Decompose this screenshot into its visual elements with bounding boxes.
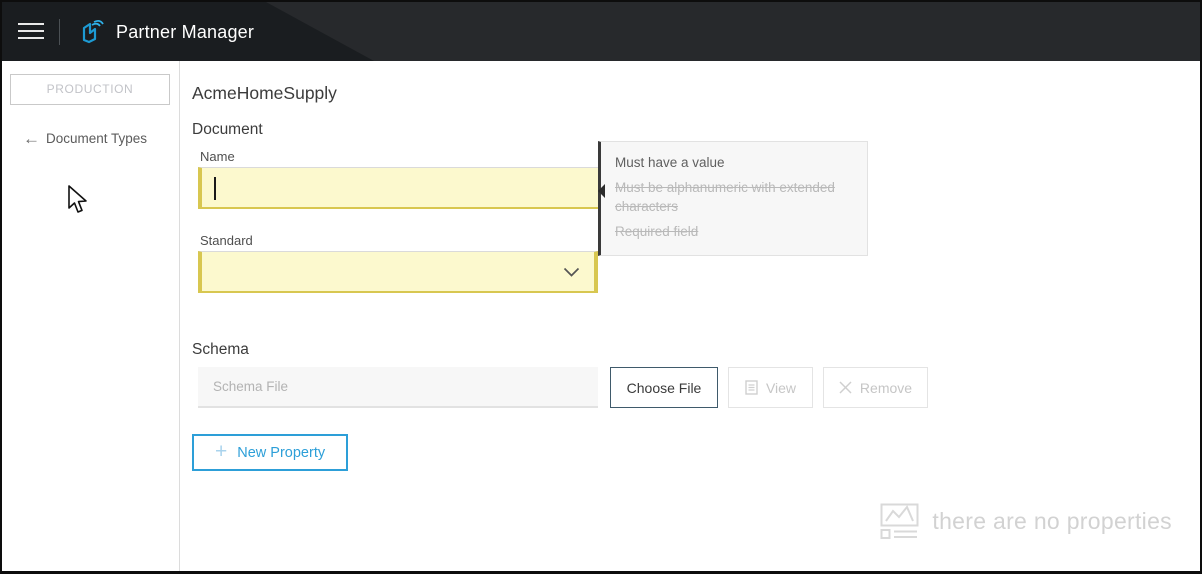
mouse-cursor-icon <box>65 184 89 216</box>
name-input[interactable] <box>198 167 598 209</box>
schema-file-input[interactable] <box>198 367 598 408</box>
chevron-down-icon <box>563 267 580 278</box>
partner-manager-logo-icon <box>77 18 105 46</box>
validation-tooltip: Must have a value Must be alphanumeric w… <box>598 141 868 256</box>
empty-properties-state: there are no properties <box>880 503 1172 540</box>
name-field-label: Name <box>200 149 235 164</box>
validation-rule-met: Required field <box>615 222 853 242</box>
new-property-label: New Property <box>237 445 325 461</box>
standard-select[interactable] <box>198 251 598 293</box>
header-divider <box>59 19 60 45</box>
view-button[interactable]: View <box>728 367 813 408</box>
environment-selector-button[interactable]: PRODUCTION <box>10 74 170 105</box>
sidebar: PRODUCTION ← Document Types <box>2 61 180 571</box>
close-icon <box>839 381 852 394</box>
text-caret <box>214 177 216 200</box>
back-link-label: Document Types <box>46 131 147 146</box>
chart-placeholder-icon <box>880 503 920 540</box>
schema-section-heading: Schema <box>192 341 249 359</box>
view-label: View <box>766 380 796 396</box>
new-property-button[interactable]: + New Property <box>192 434 348 471</box>
choose-file-button[interactable]: Choose File <box>610 367 718 408</box>
main-content: AcmeHomeSupply Document Name Standard Mu… <box>180 61 1200 571</box>
app-title: Partner Manager <box>116 22 254 43</box>
back-arrow-icon: ← <box>23 130 40 147</box>
remove-label: Remove <box>860 380 912 396</box>
validation-rule-met: Must be alphanumeric with extended chara… <box>615 178 853 217</box>
app-header: Partner Manager <box>2 2 1200 61</box>
empty-state-text: there are no properties <box>932 508 1172 535</box>
remove-button[interactable]: Remove <box>823 367 928 408</box>
validation-rule-unmet: Must have a value <box>615 153 853 173</box>
hamburger-menu-icon[interactable] <box>18 23 44 40</box>
choose-file-label: Choose File <box>627 380 702 396</box>
app-window: Partner Manager PRODUCTION ← Document Ty… <box>0 0 1202 574</box>
standard-field-label: Standard <box>200 233 253 248</box>
document-icon <box>745 380 758 395</box>
plus-icon: + <box>215 441 227 462</box>
document-section-heading: Document <box>192 121 263 139</box>
back-to-document-types-link[interactable]: ← Document Types <box>23 130 147 147</box>
page-title: AcmeHomeSupply <box>192 83 337 104</box>
